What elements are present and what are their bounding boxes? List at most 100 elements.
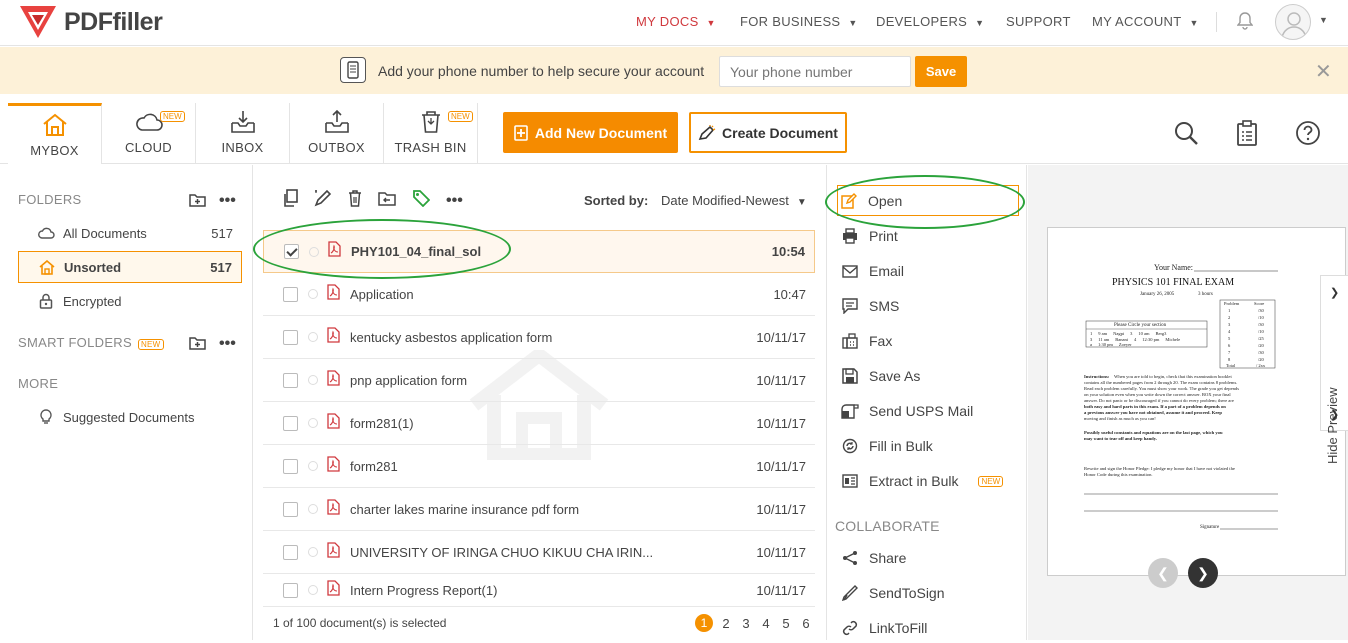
- table-row[interactable]: form281 10/11/17: [263, 445, 815, 488]
- pagination: 1 2 3 4 5 6: [695, 614, 813, 632]
- table-row[interactable]: form281(1) 10/11/17: [263, 402, 815, 445]
- tab-outbox[interactable]: OUTBOX: [290, 103, 384, 164]
- bell-icon[interactable]: [1236, 12, 1254, 35]
- chevron-down-icon[interactable]: ▼: [1319, 15, 1328, 25]
- svg-text:Rewrite and sign the Honor Ple: Rewrite and sign the Honor Pledge: I ple…: [1084, 466, 1235, 471]
- folders-heading: FOLDERS: [18, 192, 82, 207]
- svg-text:2: 2: [1228, 315, 1230, 320]
- table-row[interactable]: kentucky asbestos application form 10/11…: [263, 316, 815, 359]
- status-dot: [308, 504, 318, 514]
- chevron-down-icon: ▼: [1189, 18, 1199, 28]
- send-usps-mail-action[interactable]: Send USPS Mail: [839, 396, 1019, 426]
- document-preview[interactable]: Your Name: PHYSICS 101 FINAL EXAM Januar…: [1047, 227, 1346, 576]
- share-action[interactable]: Share: [839, 543, 1019, 573]
- table-row[interactable]: pnp application form 10/11/17: [263, 359, 815, 402]
- more-options-icon[interactable]: •••: [219, 192, 236, 210]
- tab-inbox[interactable]: INBOX: [196, 103, 290, 164]
- table-row[interactable]: Intern Progress Report(1) 10/11/17: [263, 574, 815, 607]
- move-icon[interactable]: [378, 189, 396, 212]
- email-action[interactable]: Email: [839, 256, 1019, 286]
- nav-my-docs[interactable]: MY DOCS ▼: [636, 14, 716, 29]
- page-1[interactable]: 1: [695, 614, 713, 632]
- folder-all-documents[interactable]: All Documents 517: [18, 217, 242, 249]
- add-folder-icon[interactable]: [189, 193, 206, 212]
- save-as-action[interactable]: Save As: [839, 361, 1019, 391]
- pdf-icon: [326, 455, 340, 477]
- link-to-fill-action[interactable]: LinkToFill: [839, 613, 1019, 643]
- delete-icon[interactable]: [348, 189, 362, 212]
- page-5[interactable]: 5: [779, 616, 793, 631]
- add-document-icon: [514, 124, 528, 141]
- document-time: 10/11/17: [756, 329, 806, 345]
- new-badge: NEW: [448, 111, 473, 122]
- search-icon[interactable]: [1173, 120, 1199, 151]
- chevron-down-icon: ▼: [796, 197, 807, 208]
- sms-action[interactable]: SMS: [839, 291, 1019, 321]
- outbox-icon: [290, 109, 383, 135]
- lock-icon: [34, 293, 58, 309]
- save-phone-button[interactable]: Save: [915, 56, 967, 87]
- row-checkbox[interactable]: [283, 415, 298, 431]
- pdf-icon: [326, 579, 340, 601]
- help-icon[interactable]: [1295, 120, 1321, 151]
- tab-mybox[interactable]: MYBOX: [8, 103, 102, 164]
- print-action[interactable]: Print: [839, 221, 1019, 251]
- phone-number-input[interactable]: [719, 56, 911, 87]
- extract-in-bulk-action[interactable]: Extract in Bulk NEW: [839, 466, 1019, 496]
- tab-trash-bin[interactable]: NEW TRASH BIN: [384, 103, 478, 164]
- pdf-icon: [326, 369, 340, 391]
- create-document-button[interactable]: Create Document: [689, 112, 847, 153]
- suggested-documents-item[interactable]: Suggested Documents: [18, 401, 242, 433]
- row-checkbox[interactable]: [283, 544, 298, 560]
- row-checkbox[interactable]: [283, 501, 298, 517]
- page-2[interactable]: 2: [719, 616, 733, 631]
- svg-text:6: 6: [1228, 343, 1231, 348]
- row-checkbox[interactable]: [284, 244, 299, 259]
- fax-action[interactable]: Fax: [839, 326, 1019, 356]
- nav-support[interactable]: SUPPORT: [1006, 14, 1071, 29]
- smart-folders-heading: SMART FOLDERS NEW: [18, 335, 164, 350]
- page-4[interactable]: 4: [759, 616, 773, 631]
- pdffiller-logo[interactable]: PDFfiller: [18, 4, 163, 40]
- more-options-icon[interactable]: •••: [219, 335, 236, 353]
- row-checkbox[interactable]: [283, 458, 298, 474]
- close-icon[interactable]: ✕: [1315, 59, 1332, 84]
- send-to-sign-action[interactable]: SendToSign: [839, 578, 1019, 608]
- open-action[interactable]: Open: [837, 185, 1019, 216]
- table-row[interactable]: UNIVERSITY OF IRINGA CHUO KIKUU CHA IRIN…: [263, 531, 815, 574]
- row-checkbox[interactable]: [283, 329, 298, 345]
- table-row[interactable]: charter lakes marine insurance pdf form …: [263, 488, 815, 531]
- copy-icon[interactable]: [282, 189, 298, 212]
- add-new-document-button[interactable]: Add New Document: [503, 112, 678, 153]
- page-6[interactable]: 6: [799, 616, 813, 631]
- svg-text:/ 2xx: / 2xx: [1256, 363, 1266, 368]
- page-3[interactable]: 3: [739, 616, 753, 631]
- nav-my-account[interactable]: MY ACCOUNT ▼: [1092, 14, 1199, 29]
- folder-unsorted[interactable]: Unsorted 517: [18, 251, 242, 283]
- table-row[interactable]: PHY101_04_final_sol 10:54: [263, 230, 815, 273]
- hide-preview-toggle[interactable]: ❯ Hide Preview ❯: [1320, 275, 1348, 464]
- nav-developers[interactable]: DEVELOPERS ▼: [876, 14, 984, 29]
- row-checkbox[interactable]: [283, 372, 298, 388]
- add-smart-folder-icon[interactable]: [189, 336, 206, 355]
- preview-score-table: Problem Score 1/30 2/10 3/30 4/10 5/25 6 /…: [1224, 301, 1266, 368]
- clipboard-icon[interactable]: [1236, 120, 1258, 151]
- sort-dropdown[interactable]: Date Modified-Newest ▼: [661, 193, 807, 208]
- pdf-icon: [327, 241, 341, 262]
- table-row[interactable]: Application 10:47: [263, 273, 815, 316]
- rename-icon[interactable]: [314, 189, 332, 212]
- nav-for-business[interactable]: FOR BUSINESS ▼: [740, 14, 858, 29]
- next-page-button[interactable]: ❯: [1188, 558, 1218, 588]
- svg-text:4: 4: [1228, 329, 1231, 334]
- fill-in-bulk-action[interactable]: Fill in Bulk: [839, 431, 1019, 461]
- row-checkbox[interactable]: [283, 286, 298, 302]
- previous-page-button[interactable]: ❮: [1148, 558, 1178, 588]
- avatar[interactable]: [1275, 4, 1311, 40]
- more-options-icon[interactable]: •••: [446, 192, 463, 210]
- tag-icon[interactable]: [412, 189, 431, 212]
- edit-icon: [838, 192, 860, 209]
- tab-cloud[interactable]: NEW CLOUD: [102, 103, 196, 164]
- chevron-right-icon: ❯: [1330, 287, 1340, 299]
- folder-encrypted[interactable]: Encrypted: [18, 285, 242, 317]
- row-checkbox[interactable]: [283, 582, 298, 598]
